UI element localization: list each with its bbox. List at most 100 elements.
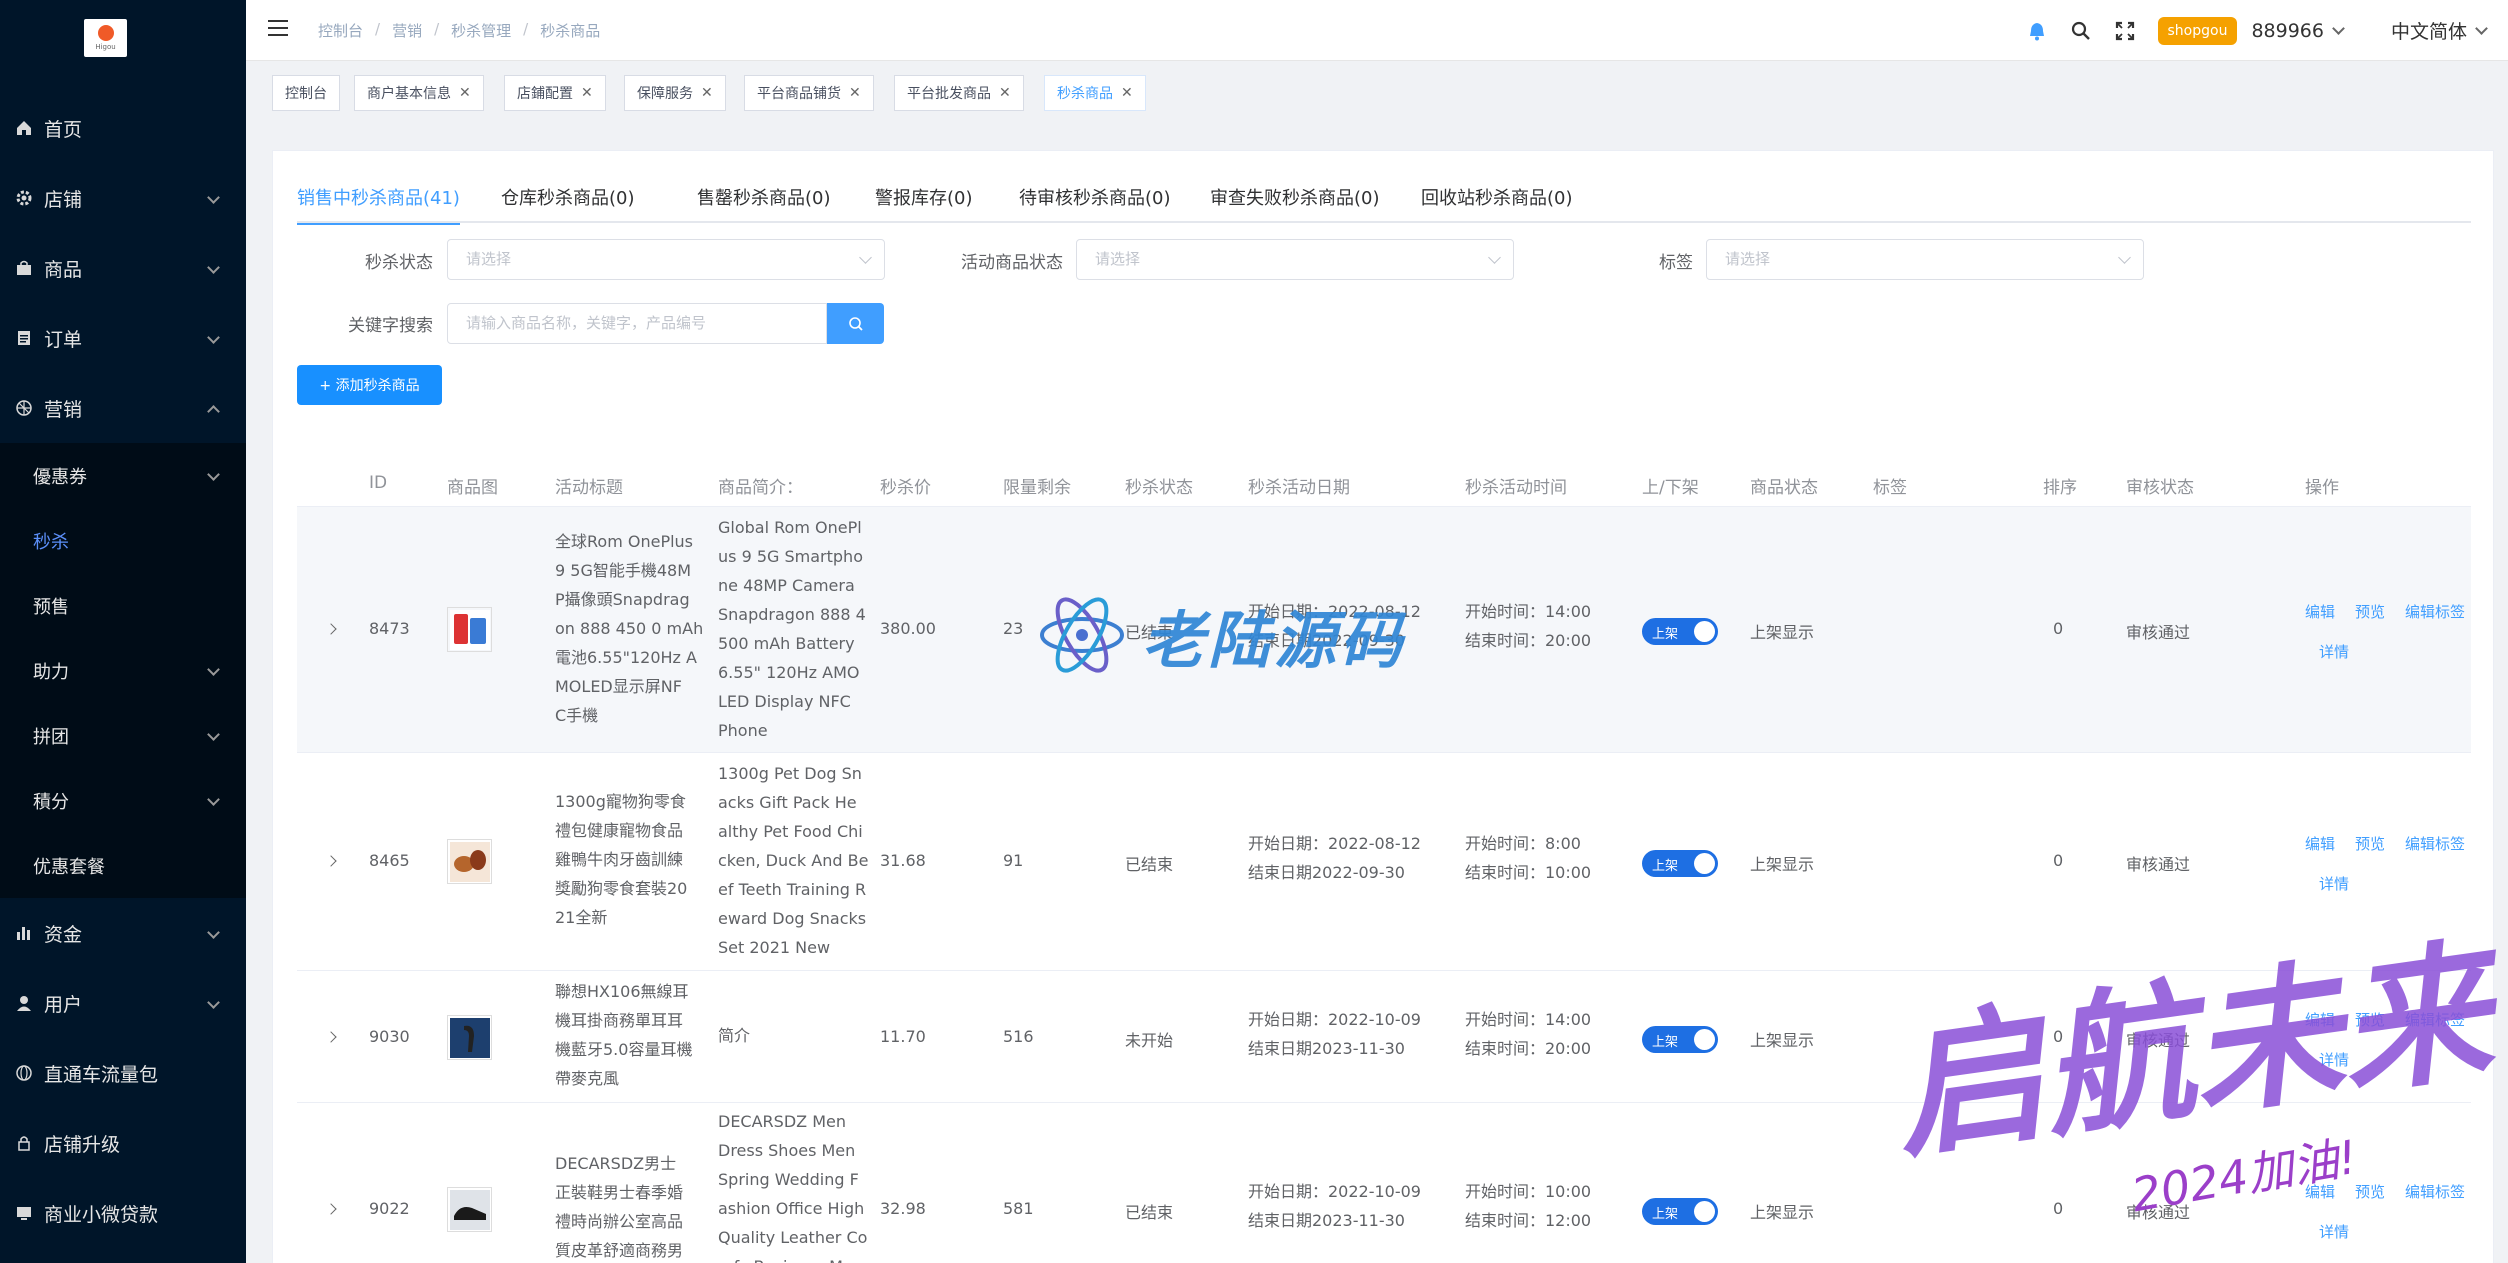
tag-label: 控制台	[285, 86, 327, 102]
edit-link[interactable]: 编辑	[2305, 833, 2335, 854]
fullscreen-icon[interactable]	[2114, 20, 2136, 42]
cell-intro: DECARSDZ Men Dress Shoes Men Spring Weddin…	[718, 1112, 868, 1263]
close-icon[interactable]: ✕	[1121, 85, 1133, 101]
expand-row-icon[interactable]	[325, 855, 337, 867]
activity-status-select[interactable]: 请选择	[1076, 239, 1514, 280]
logo-text: Higou	[95, 43, 116, 51]
cell-audit: 审核通过	[2126, 623, 2191, 642]
close-icon[interactable]: ✕	[701, 85, 713, 101]
shop-number[interactable]: 889966	[2251, 20, 2324, 42]
expand-row-icon[interactable]	[325, 623, 337, 635]
product-thumbnail[interactable]	[447, 607, 492, 652]
sidebar-item-seckill[interactable]: 秒杀	[0, 508, 246, 573]
detail-link[interactable]: 详情	[2319, 873, 2349, 894]
preview-link[interactable]: 预览	[2355, 833, 2385, 854]
tab-alert-stock[interactable]: 警报库存(0)	[875, 183, 973, 223]
logo[interactable]: Higou	[84, 19, 127, 57]
tab-pending-review[interactable]: 待审核秒杀商品(0)	[1019, 183, 1171, 223]
sidebar-item-marketing[interactable]: 营销	[0, 373, 246, 443]
tag-dashboard[interactable]: 控制台	[272, 75, 340, 111]
sidebar-item-bundle[interactable]: 优惠套餐	[0, 833, 246, 898]
product-thumbnail[interactable]	[447, 1187, 492, 1232]
watermark-text: 老陆源码	[1142, 604, 1407, 677]
edit-tag-link[interactable]: 编辑标签	[2405, 833, 2465, 854]
breadcrumb-item[interactable]: 秒杀管理	[451, 20, 511, 41]
product-thumbnail[interactable]	[447, 839, 492, 884]
sidebar-item-goods[interactable]: 商品	[0, 233, 246, 303]
preview-link[interactable]: 预览	[2355, 601, 2385, 622]
tab-warehouse[interactable]: 仓库秒杀商品(0)	[501, 183, 635, 223]
chevron-down-icon[interactable]	[2475, 22, 2488, 35]
chevron-down-icon	[859, 251, 872, 264]
sidebar-item-users[interactable]: 用户	[0, 968, 246, 1038]
expand-row-icon[interactable]	[325, 1031, 337, 1043]
tab-review-failed[interactable]: 审查失败秒杀商品(0)	[1210, 183, 1380, 223]
sidebar-item-home[interactable]: 首页	[0, 93, 246, 163]
tag-store-config[interactable]: 店鋪配置 ✕	[504, 75, 606, 111]
marketing-submenu: 優惠券 秒杀 预售 助力 拼团 積分 优惠套餐	[0, 443, 246, 898]
cell-goods-status: 上架显示	[1750, 1203, 1815, 1222]
tab-on-sale[interactable]: 销售中秒杀商品(41)	[297, 183, 460, 225]
sidebar-item-orders[interactable]: 订单	[0, 303, 246, 373]
monitor-icon	[14, 1203, 34, 1223]
col-id: ID	[369, 473, 388, 493]
tag-platform-wholesale[interactable]: 平台批发商品 ✕	[894, 75, 1024, 111]
sidebar-item-funds[interactable]: 资金	[0, 898, 246, 968]
close-icon[interactable]: ✕	[581, 85, 593, 101]
close-icon[interactable]: ✕	[849, 85, 861, 101]
search-button[interactable]	[827, 303, 884, 344]
bell-icon[interactable]	[2026, 20, 2048, 42]
sidebar-item-coupons[interactable]: 優惠券	[0, 443, 246, 508]
tag-seckill-goods[interactable]: 秒杀商品 ✕	[1044, 75, 1146, 111]
search-icon[interactable]	[2070, 20, 2092, 42]
sidebar-item-traffic[interactable]: 直通车流量包	[0, 1038, 246, 1108]
edit-link[interactable]: 编辑	[2305, 601, 2335, 622]
keyword-search-input[interactable]: 请输入商品名称，关键字，产品编号	[447, 303, 827, 344]
tag-merchant-info[interactable]: 商户基本信息 ✕	[354, 75, 484, 111]
col-actions: 操作	[2305, 478, 2339, 498]
sidebar-item-label: 助力	[33, 661, 69, 683]
breadcrumb-item[interactable]: 营销	[392, 20, 422, 41]
sidebar-item-presale[interactable]: 预售	[0, 573, 246, 638]
home-icon	[14, 118, 34, 138]
sidebar-item-label: 直通车流量包	[44, 1063, 159, 1086]
sidebar-item-assist[interactable]: 助力	[0, 638, 246, 703]
shelf-toggle[interactable]: 上架	[1642, 850, 1718, 877]
add-seckill-button[interactable]: + 添加秒杀商品	[297, 365, 442, 405]
cell-goods-status: 上架显示	[1750, 623, 1815, 642]
menu-toggle-icon[interactable]	[268, 20, 288, 38]
cell-id: 9030	[369, 1027, 410, 1046]
chevron-down-icon	[207, 728, 220, 741]
chevron-down-icon[interactable]	[2332, 22, 2345, 35]
tag-platform-distribution[interactable]: 平台商品铺货 ✕	[744, 75, 874, 111]
sidebar-item-store[interactable]: 店铺	[0, 163, 246, 233]
detail-link[interactable]: 详情	[2319, 641, 2349, 662]
shop-badge[interactable]: shopgou	[2157, 16, 2238, 45]
tag-guarantee[interactable]: 保障服务 ✕	[624, 75, 726, 111]
close-icon[interactable]: ✕	[999, 85, 1011, 101]
close-icon[interactable]: ✕	[459, 85, 471, 101]
sidebar-item-loan[interactable]: 商业小微贷款	[0, 1178, 246, 1248]
sidebar-item-upgrade[interactable]: 店铺升级	[0, 1108, 246, 1178]
sidebar-item-label: 商业小微贷款	[44, 1203, 159, 1226]
sidebar-item-points[interactable]: 積分	[0, 768, 246, 833]
breadcrumb-item[interactable]: 控制台	[318, 20, 363, 41]
shelf-toggle[interactable]: 上架	[1642, 618, 1718, 645]
expand-row-icon[interactable]	[325, 1203, 337, 1215]
seckill-status-select[interactable]: 请选择	[447, 239, 885, 280]
shelf-toggle[interactable]: 上架	[1642, 1026, 1718, 1053]
product-thumbnail[interactable]	[447, 1015, 492, 1060]
col-time: 秒杀活动时间	[1465, 478, 1567, 498]
shelf-toggle[interactable]: 上架	[1642, 1198, 1718, 1225]
language-select[interactable]: 中文简体	[2391, 17, 2467, 44]
tag-label: 平台商品铺货	[757, 86, 841, 102]
edit-tag-link[interactable]: 编辑标签	[2405, 601, 2465, 622]
select-placeholder: 请选择	[1095, 250, 1141, 268]
tag-filter-select[interactable]: 请选择	[1706, 239, 2144, 280]
tab-sold-out[interactable]: 售罄秒杀商品(0)	[697, 183, 831, 223]
sidebar-item-label: 商品	[44, 258, 83, 281]
activity-status-label: 活动商品状态	[961, 253, 1063, 273]
tab-recycle-bin[interactable]: 回收站秒杀商品(0)	[1421, 183, 1573, 223]
sidebar-item-group-buy[interactable]: 拼团	[0, 703, 246, 768]
sidebar-item-label: 订单	[44, 328, 83, 351]
